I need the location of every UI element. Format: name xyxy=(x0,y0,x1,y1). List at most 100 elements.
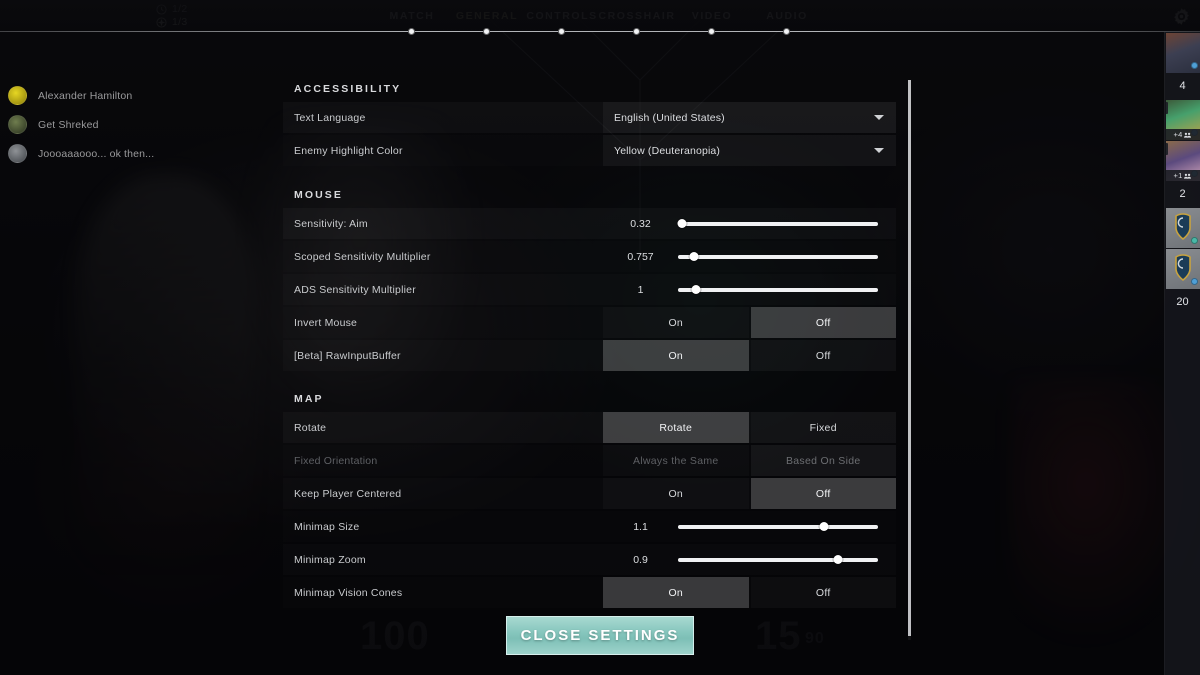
valorant-settings-screen: 100 15 90 1/2 1/3 MATCH GENERAL xyxy=(0,0,1200,675)
slider-value-minimap-size: 1.1 xyxy=(633,520,648,533)
dropdown-value-enemy-highlight-color: Yellow (Deuteranopia) xyxy=(614,144,721,157)
slider-track xyxy=(678,524,878,529)
segmented-fixed-orientation: Always the Same Based On Side xyxy=(603,445,896,476)
segment-beta-rawinputbuffer-on[interactable]: On xyxy=(603,340,749,371)
status-dot xyxy=(1190,62,1198,69)
slider-ads-sensitivity-multiplier[interactable] xyxy=(678,274,878,305)
dropdown-value-text-language: English (United States) xyxy=(614,111,725,124)
dropdown-text-language[interactable]: English (United States) xyxy=(603,102,896,133)
chevron-down-icon xyxy=(874,115,884,120)
shield-icon xyxy=(1174,213,1191,240)
player-card-2[interactable]: +4 xyxy=(1165,100,1200,140)
setting-label-scoped-sensitivity-multiplier: Scoped Sensitivity Multiplier xyxy=(294,250,431,263)
setting-label-rotate: Rotate xyxy=(294,421,327,434)
count-4: 4 xyxy=(1179,80,1186,92)
chat-feed: Alexander Hamilton Get Shreked Joooaaaoo… xyxy=(8,86,238,163)
segmented-keep-player-centered: On Off xyxy=(603,478,896,509)
setting-label-invert-mouse: Invert Mouse xyxy=(294,316,358,329)
tab-dot-match xyxy=(408,28,415,35)
slider-track xyxy=(678,221,878,226)
segment-minimap-vision-cones-off[interactable]: Off xyxy=(751,577,897,608)
top-bar xyxy=(0,0,1200,32)
avatar xyxy=(8,144,27,163)
setting-label-minimap-vision-cones: Minimap Vision Cones xyxy=(294,586,403,599)
slider-control-minimap-zoom: 0.9 xyxy=(603,544,896,575)
slider-minimap-zoom[interactable] xyxy=(678,544,878,575)
slider-control-minimap-size: 1.1 xyxy=(603,511,896,542)
slider-track xyxy=(678,287,878,292)
setting-row-minimap-size: Minimap Size 1.1 xyxy=(283,511,896,542)
setting-row-fixed-orientation: Fixed Orientation Always the Same Based … xyxy=(283,445,896,476)
dropdown-enemy-highlight-color[interactable]: Yellow (Deuteranopia) xyxy=(603,135,896,166)
assist-badge-value: +4 xyxy=(1173,130,1183,139)
slider-minimap-size[interactable] xyxy=(678,511,878,542)
slider-control-scoped-sensitivity-multiplier: 0.757 xyxy=(603,241,896,272)
slider-scoped-sensitivity-multiplier[interactable] xyxy=(678,241,878,272)
segment-invert-mouse-off[interactable]: Off xyxy=(750,307,896,338)
segmented-rotate: Rotate Fixed xyxy=(603,412,896,443)
chat-message: Joooaaaooo... ok then... xyxy=(8,144,238,163)
item-card-2[interactable] xyxy=(1165,249,1200,289)
segment-rotate-rotate[interactable]: Rotate xyxy=(603,412,749,443)
setting-row-ads-sensitivity-multiplier: ADS Sensitivity Multiplier 1 xyxy=(283,274,896,305)
setting-label-ads-sensitivity-multiplier: ADS Sensitivity Multiplier xyxy=(294,283,416,296)
section-title-mouse: MOUSE xyxy=(294,189,344,201)
setting-label-fixed-orientation: Fixed Orientation xyxy=(294,454,378,467)
slider-knob[interactable] xyxy=(691,285,701,294)
segment-keep-player-centered-off[interactable]: Off xyxy=(750,478,896,509)
slider-knob[interactable] xyxy=(677,219,687,228)
setting-row-enemy-highlight-color: Enemy Highlight Color Yellow (Deuteranop… xyxy=(283,135,896,166)
segment-keep-player-centered-on[interactable]: On xyxy=(603,478,749,509)
slider-value-sensitivity-aim: 0.32 xyxy=(630,217,651,230)
chat-message: Get Shreked xyxy=(8,115,238,134)
tab-dot-audio xyxy=(783,28,790,35)
skull-icon-glyph xyxy=(1165,105,1166,109)
segment-rotate-fixed[interactable]: Fixed xyxy=(751,412,897,443)
setting-label-minimap-size: Minimap Size xyxy=(294,520,360,533)
slider-knob[interactable] xyxy=(689,252,699,261)
segmented-minimap-vision-cones: On Off xyxy=(603,577,896,608)
segmented-beta-rawinputbuffer: On Off xyxy=(603,340,896,371)
chat-message-text: Alexander Hamilton xyxy=(38,89,133,102)
player-card-3[interactable]: +1 xyxy=(1165,141,1200,181)
slider-knob[interactable] xyxy=(833,555,843,564)
setting-row-minimap-vision-cones: Minimap Vision Cones On Off xyxy=(283,577,896,608)
close-settings-button[interactable]: CLOSE SETTINGS xyxy=(506,616,694,655)
slider-control-ads-sensitivity-multiplier: 1 xyxy=(603,274,896,305)
people-icon xyxy=(1184,132,1192,138)
top-bar-divider xyxy=(0,31,1200,32)
chevron-down-icon xyxy=(874,148,884,153)
slider-value-ads-sensitivity-multiplier: 1 xyxy=(637,283,644,296)
tab-dot-controls xyxy=(558,28,565,35)
tab-dot-video xyxy=(708,28,715,35)
section-title-accessibility: ACCESSIBILITY xyxy=(294,83,402,95)
segment-minimap-vision-cones-on[interactable]: On xyxy=(603,577,749,608)
item-card-1[interactable] xyxy=(1165,208,1200,248)
setting-label-text-language: Text Language xyxy=(294,111,366,124)
section-title-map: MAP xyxy=(294,393,324,405)
people-icon xyxy=(1184,173,1192,179)
skull-icon xyxy=(1165,143,1168,155)
right-sidebar: 4 +4 +1 2 20 xyxy=(1164,32,1200,675)
slider-track xyxy=(678,557,878,562)
slider-knob[interactable] xyxy=(819,522,829,531)
chat-message-text: Joooaaaooo... ok then... xyxy=(38,147,155,160)
segment-fixed-orientation-based-on-side: Based On Side xyxy=(750,445,896,476)
slider-sensitivity-aim[interactable] xyxy=(677,208,878,239)
segment-beta-rawinputbuffer-off[interactable]: Off xyxy=(751,340,897,371)
setting-row-minimap-zoom: Minimap Zoom 0.9 xyxy=(283,544,896,575)
setting-row-keep-player-centered: Keep Player Centered On Off xyxy=(283,478,896,509)
chat-message: Alexander Hamilton xyxy=(8,86,238,105)
skull-icon-glyph xyxy=(1165,146,1166,150)
settings-scrollbar[interactable] xyxy=(908,80,911,640)
shield-icon xyxy=(1174,254,1191,281)
status-dot xyxy=(1190,237,1198,244)
segment-invert-mouse-on[interactable]: On xyxy=(603,307,749,338)
player-card-1[interactable] xyxy=(1165,33,1200,73)
setting-row-rotate: Rotate Rotate Fixed xyxy=(283,412,896,443)
segmented-invert-mouse: On Off xyxy=(603,307,896,338)
skull-icon xyxy=(1165,102,1168,114)
slider-value-scoped-sensitivity-multiplier: 0.757 xyxy=(627,250,654,263)
assist-badge: +4 xyxy=(1165,129,1200,140)
settings-scrollbar-thumb[interactable] xyxy=(908,80,911,636)
